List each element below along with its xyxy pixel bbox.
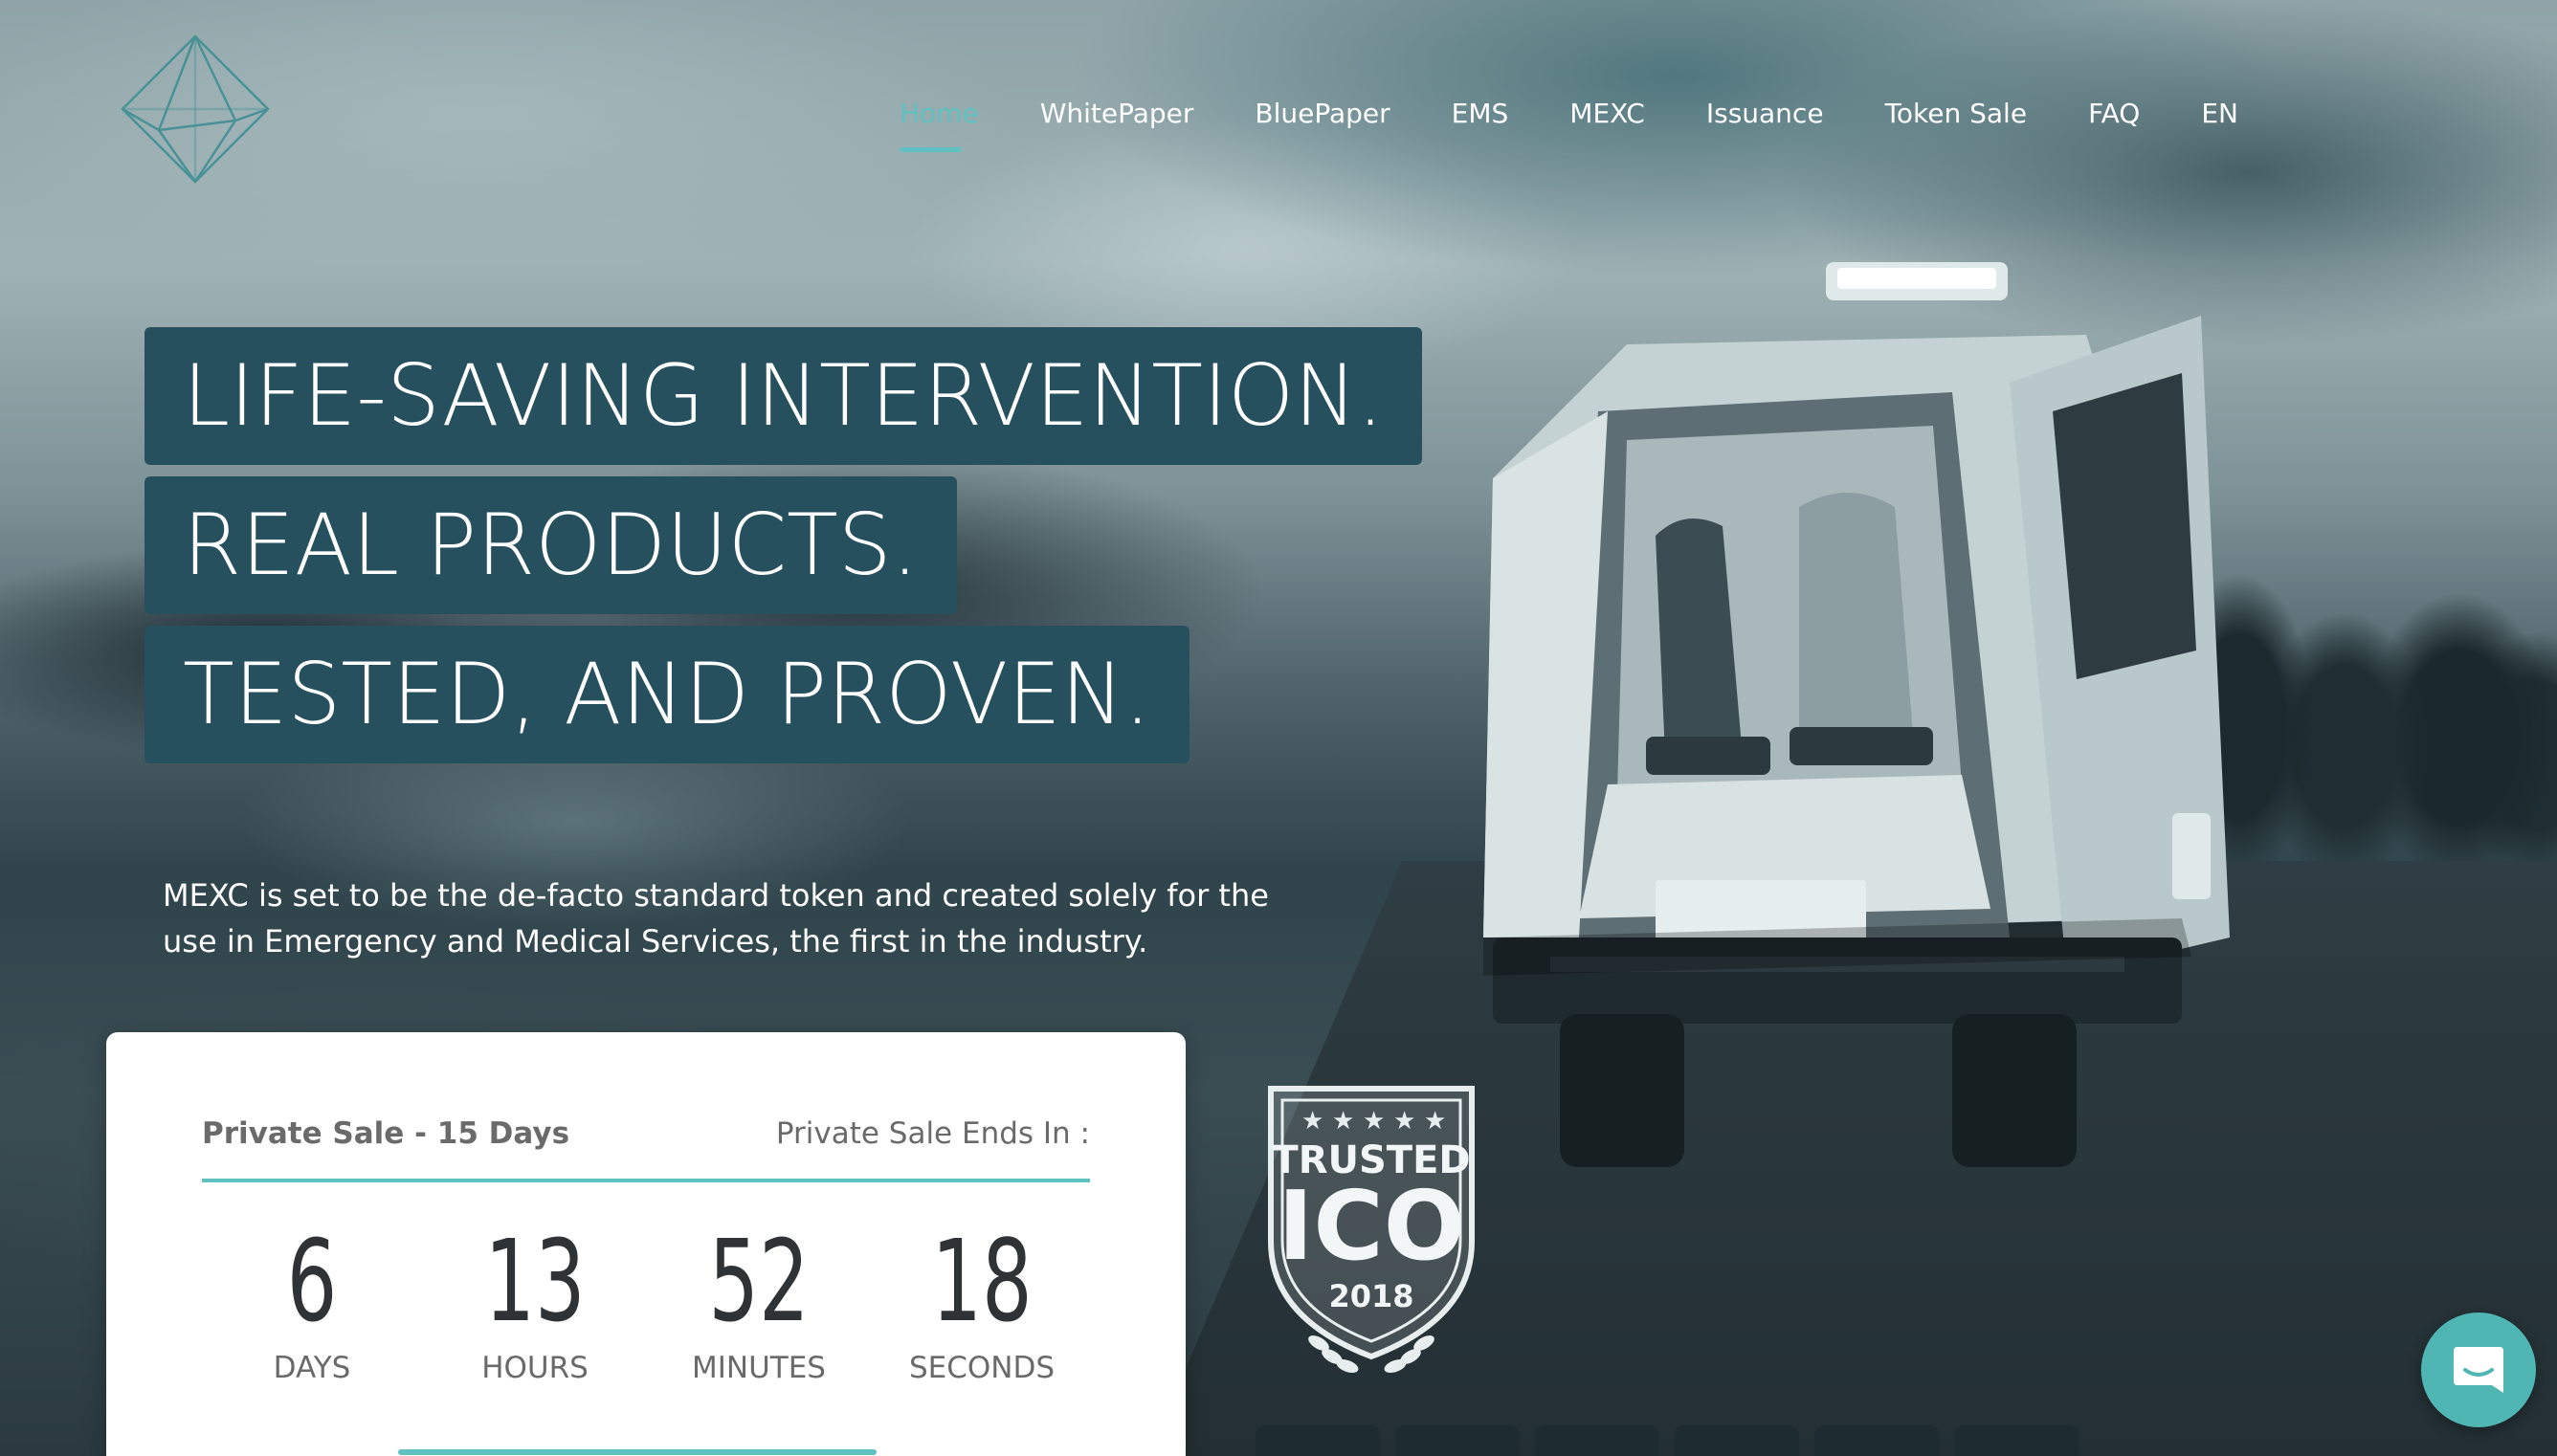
diamond-logo-icon[interactable] (121, 34, 270, 184)
badge-year-text: 2018 (1328, 1278, 1413, 1314)
bottom-tab[interactable] (1954, 1425, 2079, 1456)
ambulance-image (1483, 262, 2230, 1167)
nav-item-mexc[interactable]: MEXC (1569, 98, 1645, 129)
countdown-divider (202, 1179, 1090, 1182)
nav-item-token-sale[interactable]: Token Sale (1885, 98, 2028, 129)
chat-icon (2454, 1347, 2503, 1393)
countdown-days: 6 DAYS (216, 1219, 408, 1385)
countdown-minutes: 52 MINUTES (663, 1219, 855, 1385)
countdown-card: Private Sale - 15 Days Private Sale Ends… (106, 1032, 1186, 1456)
nav-item-home[interactable]: Home (900, 98, 979, 152)
bottom-tab[interactable] (1395, 1425, 1520, 1456)
badge-main-text: ICO (1278, 1170, 1465, 1282)
countdown-label: DAYS (273, 1351, 351, 1385)
nav-item-whitepaper[interactable]: WhitePaper (1040, 98, 1194, 129)
main-nav: Home WhitePaper BluePaper EMS MEXC Issua… (900, 84, 2238, 152)
trusted-ico-badge: ★ ★ ★ ★ ★ TRUSTED ICO 2018 (1268, 1086, 1475, 1373)
countdown-label: SECONDS (908, 1351, 1056, 1385)
countdown-label: HOURS (481, 1351, 589, 1385)
svg-text:★: ★ (1393, 1107, 1415, 1136)
headline-line: REAL PRODUCTS. (145, 476, 957, 614)
countdown-hours: 13 HOURS (439, 1219, 631, 1385)
bottom-nav-tabs (1256, 1425, 2079, 1456)
bottom-tab[interactable] (1675, 1425, 1799, 1456)
countdown-seconds: 18 SECONDS (886, 1219, 1078, 1385)
countdown-value: 52 (708, 1215, 810, 1347)
language-selector[interactable]: EN (2201, 98, 2238, 129)
nav-item-issuance[interactable]: Issuance (1706, 98, 1824, 129)
bottom-tab[interactable] (1256, 1425, 1380, 1456)
svg-text:★: ★ (1332, 1107, 1354, 1136)
countdown-value: 18 (931, 1215, 1033, 1347)
sale-ends-label: Private Sale Ends In : (775, 1116, 1090, 1151)
headline-line: TESTED, AND PROVEN. (145, 626, 1190, 763)
countdown-label: MINUTES (692, 1351, 826, 1385)
nav-item-ems[interactable]: EMS (1452, 98, 1509, 129)
buy-button-top-edge[interactable] (398, 1449, 877, 1455)
hero-headline: LIFE-SAVING INTERVENTION. REAL PRODUCTS.… (145, 327, 1423, 775)
headline-line: LIFE-SAVING INTERVENTION. (145, 327, 1423, 465)
countdown-value: 6 (286, 1215, 338, 1347)
page: Home WhitePaper BluePaper EMS MEXC Issua… (0, 0, 2557, 1456)
bottom-tab[interactable] (1535, 1425, 1659, 1456)
countdown-value: 13 (484, 1215, 586, 1347)
star-icon: ★ ★ ★ ★ ★ (1301, 1107, 1446, 1136)
nav-item-bluepaper[interactable]: BluePaper (1255, 98, 1390, 129)
svg-text:★: ★ (1424, 1107, 1446, 1136)
countdown-header: Private Sale - 15 Days Private Sale Ends… (202, 1116, 1090, 1151)
nav-item-faq[interactable]: FAQ (2088, 98, 2140, 129)
bottom-tab[interactable] (1814, 1425, 1939, 1456)
hero-subtext: MEXC is set to be the de-facto standard … (163, 877, 1269, 960)
sale-title: Private Sale - 15 Days (202, 1116, 570, 1151)
svg-text:★: ★ (1363, 1107, 1385, 1136)
chat-launcher-button[interactable] (2421, 1313, 2536, 1427)
svg-text:★: ★ (1301, 1107, 1323, 1136)
